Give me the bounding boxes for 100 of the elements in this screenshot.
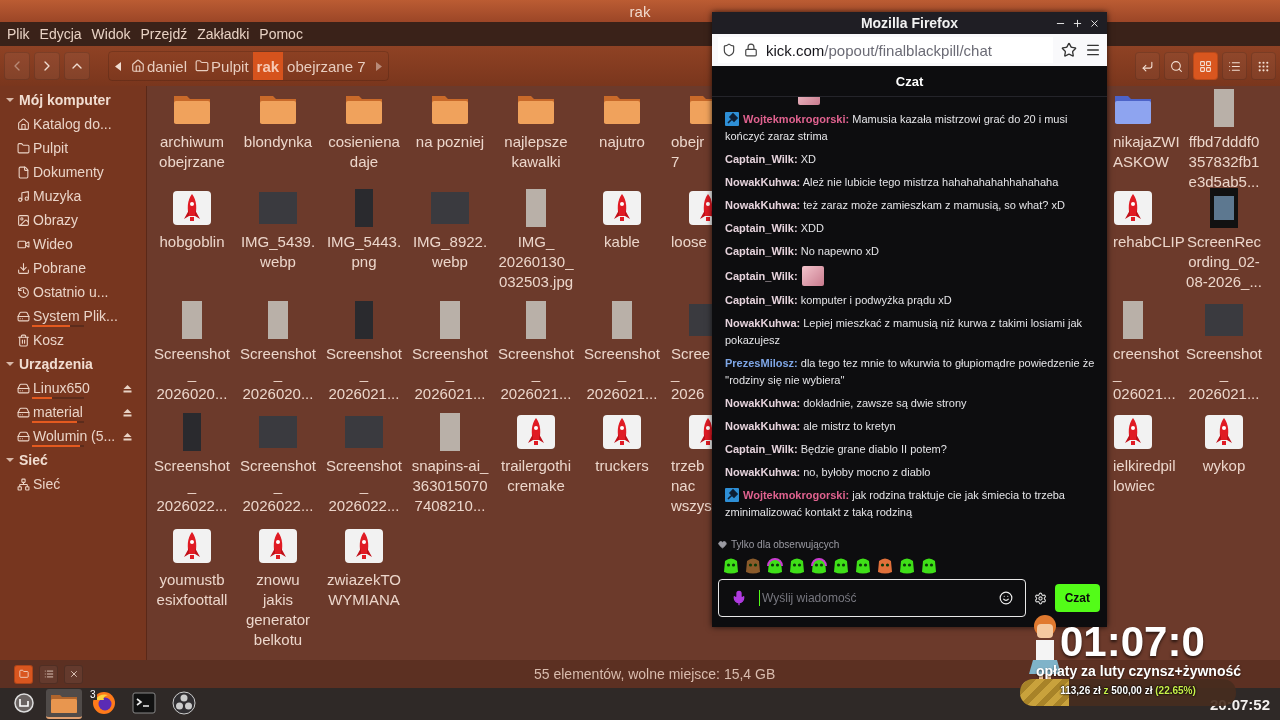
eject-icon[interactable] [123, 432, 132, 441]
file-name[interactable]: trailergothi cremake [500, 456, 571, 496]
sidebar-section-title[interactable]: Urządzenia [19, 356, 93, 372]
sidebar-item[interactable]: material [33, 404, 83, 420]
file-name[interactable]: obejr 7 [671, 132, 705, 172]
sidebar-section-title[interactable]: Sieć [19, 452, 48, 468]
panel-toggle-button[interactable] [14, 664, 33, 684]
expander-icon[interactable] [6, 96, 14, 104]
file-name[interactable]: archiwum obejrzane [159, 132, 225, 172]
bookmark-star-button[interactable] [1061, 42, 1077, 58]
expander-icon[interactable] [6, 360, 14, 368]
file-name[interactable]: ielkiredpil lowiec [1113, 456, 1176, 496]
sidebar-section-title[interactable]: Mój komputer [19, 92, 111, 108]
file-name[interactable]: Screenshot _ 2026021... [498, 344, 574, 404]
file-name[interactable]: snapins-ai_ 363015070 7408210... [411, 456, 489, 516]
file-name[interactable]: ScreenRec ording_02- 08-2026_... [1186, 232, 1262, 292]
emote-icon[interactable] [854, 557, 872, 575]
eject-icon[interactable] [123, 384, 132, 393]
sidebar-item[interactable]: Katalog do... [33, 116, 112, 132]
emote-icon[interactable] [898, 557, 916, 575]
taskbar-button[interactable]: 3 [86, 689, 122, 719]
file-name[interactable]: Screenshot _ 2026020... [240, 344, 316, 404]
message-input[interactable]: Wyślij wiadomość [759, 590, 987, 606]
file-name[interactable]: Screenshot _ 2026021... [326, 344, 402, 404]
menu-item[interactable]: Widok [86, 24, 136, 44]
file-name[interactable]: trzeb nac wszys [671, 456, 712, 516]
forward-button[interactable] [34, 52, 60, 80]
file-name[interactable]: IMG_5439. webp [240, 232, 316, 272]
breadcrumb-item[interactable]: Pulpit [191, 52, 253, 80]
address-field[interactable]: kick.com/popout/finalblackpill/chat [718, 37, 1053, 63]
file-name[interactable]: hobgoblin [159, 232, 225, 252]
breadcrumb-item[interactable]: daniel [127, 52, 192, 80]
panel-toggle-button[interactable] [39, 664, 58, 684]
file-name[interactable]: Screenshot _ 2026021... [412, 344, 488, 404]
file-name[interactable]: zwiazekTO WYMIANA [327, 570, 401, 610]
file-name[interactable]: na pozniej [415, 132, 485, 152]
file-name[interactable]: kable [604, 232, 640, 252]
file-name[interactable]: nikajaZWI ASKOW [1113, 132, 1180, 172]
file-name[interactable]: Scree _ 2026 [671, 344, 711, 404]
file-name[interactable]: znowu jakis generator belkotu [245, 570, 311, 650]
file-name[interactable]: loose [671, 232, 707, 252]
message-field[interactable]: Wyślij wiadomość [718, 579, 1026, 617]
file-name[interactable]: creenshot _ 026021... [1113, 344, 1179, 404]
menu-item[interactable]: Pomoc [254, 24, 308, 44]
menu-button[interactable] [1085, 42, 1101, 58]
menu-item[interactable]: Zakładki [192, 24, 255, 44]
sidebar-item[interactable]: Muzyka [33, 188, 82, 204]
sidebar-item[interactable]: System Plik... [33, 308, 118, 324]
compact-view-button[interactable] [1251, 52, 1276, 80]
file-name[interactable]: Screenshot _ 2026021... [1186, 344, 1262, 404]
emote-icon[interactable] [920, 557, 938, 575]
file-name[interactable]: ffbd7dddf0 357832fb1 e3d5ab5... [1188, 132, 1260, 192]
file-name[interactable]: Screenshot _ 2026022... [154, 456, 230, 516]
emote-icon[interactable] [788, 557, 806, 575]
emote-icon[interactable] [876, 557, 894, 575]
file-name[interactable]: blondynka [243, 132, 313, 152]
menu-item[interactable]: Przejdź [135, 24, 193, 44]
send-button[interactable]: Czat [1054, 584, 1100, 612]
sidebar-item[interactable]: Sieć [33, 476, 61, 492]
up-button[interactable] [64, 52, 90, 80]
file-name[interactable]: Screenshot _ 2026021... [584, 344, 660, 404]
emote-icon[interactable] [722, 557, 740, 575]
grid-view-button[interactable] [1193, 52, 1218, 80]
menu-item[interactable]: Plik [2, 24, 35, 44]
panel-toggle-button[interactable] [64, 664, 83, 684]
breadcrumb-item[interactable]: obejrzane 7 [283, 52, 370, 80]
list-view-button[interactable] [1222, 52, 1247, 80]
chat-username[interactable]: Captain_Wilk: [725, 270, 798, 282]
file-name[interactable]: najutro [599, 132, 645, 152]
file-name[interactable]: wykop [1202, 456, 1246, 476]
sidebar-item[interactable]: Wideo [33, 236, 73, 252]
sidebar-item[interactable]: Obrazy [33, 212, 79, 228]
file-name[interactable]: IMG_5443. png [326, 232, 402, 272]
emote-icon[interactable] [832, 557, 850, 575]
file-name[interactable]: rehabCLIP [1113, 232, 1185, 252]
emoji-icon[interactable] [998, 591, 1013, 605]
file-name[interactable]: youmustb esixfoottall [156, 570, 228, 610]
sidebar-item[interactable]: Dokumenty [33, 164, 104, 180]
sidebar-item[interactable]: Pulpit [33, 140, 69, 156]
emote-icon[interactable] [810, 557, 828, 575]
sidebar-item[interactable]: Pobrane [33, 260, 86, 276]
toggle-location-button[interactable] [1135, 52, 1160, 80]
settings-button[interactable] [1033, 591, 1047, 605]
sidebar-item[interactable]: Ostatnio u... [33, 284, 109, 300]
file-name[interactable]: cosieniena daje [328, 132, 400, 172]
file-name[interactable]: Screenshot _ 2026022... [326, 456, 402, 516]
file-name[interactable]: IMG_8922. webp [412, 232, 488, 272]
file-name[interactable]: truckers [595, 456, 649, 476]
emote-icon[interactable] [766, 557, 784, 575]
sidebar-item[interactable]: Linux650 [33, 380, 90, 396]
expander-icon[interactable] [6, 456, 14, 464]
menu-item[interactable]: Edycja [34, 24, 87, 44]
file-name[interactable]: IMG_ 20260130_ 032503.jpg [498, 232, 574, 292]
file-name[interactable]: Screenshot _ 2026020... [154, 344, 230, 404]
search-button[interactable] [1164, 52, 1189, 80]
sidebar-item[interactable]: Wolumin (5... [33, 428, 116, 444]
eject-icon[interactable] [123, 408, 132, 417]
file-name[interactable]: najlepsze kawalki [504, 132, 568, 172]
file-name[interactable]: Screenshot _ 2026022... [240, 456, 316, 516]
sidebar-item[interactable]: Kosz [33, 332, 65, 348]
